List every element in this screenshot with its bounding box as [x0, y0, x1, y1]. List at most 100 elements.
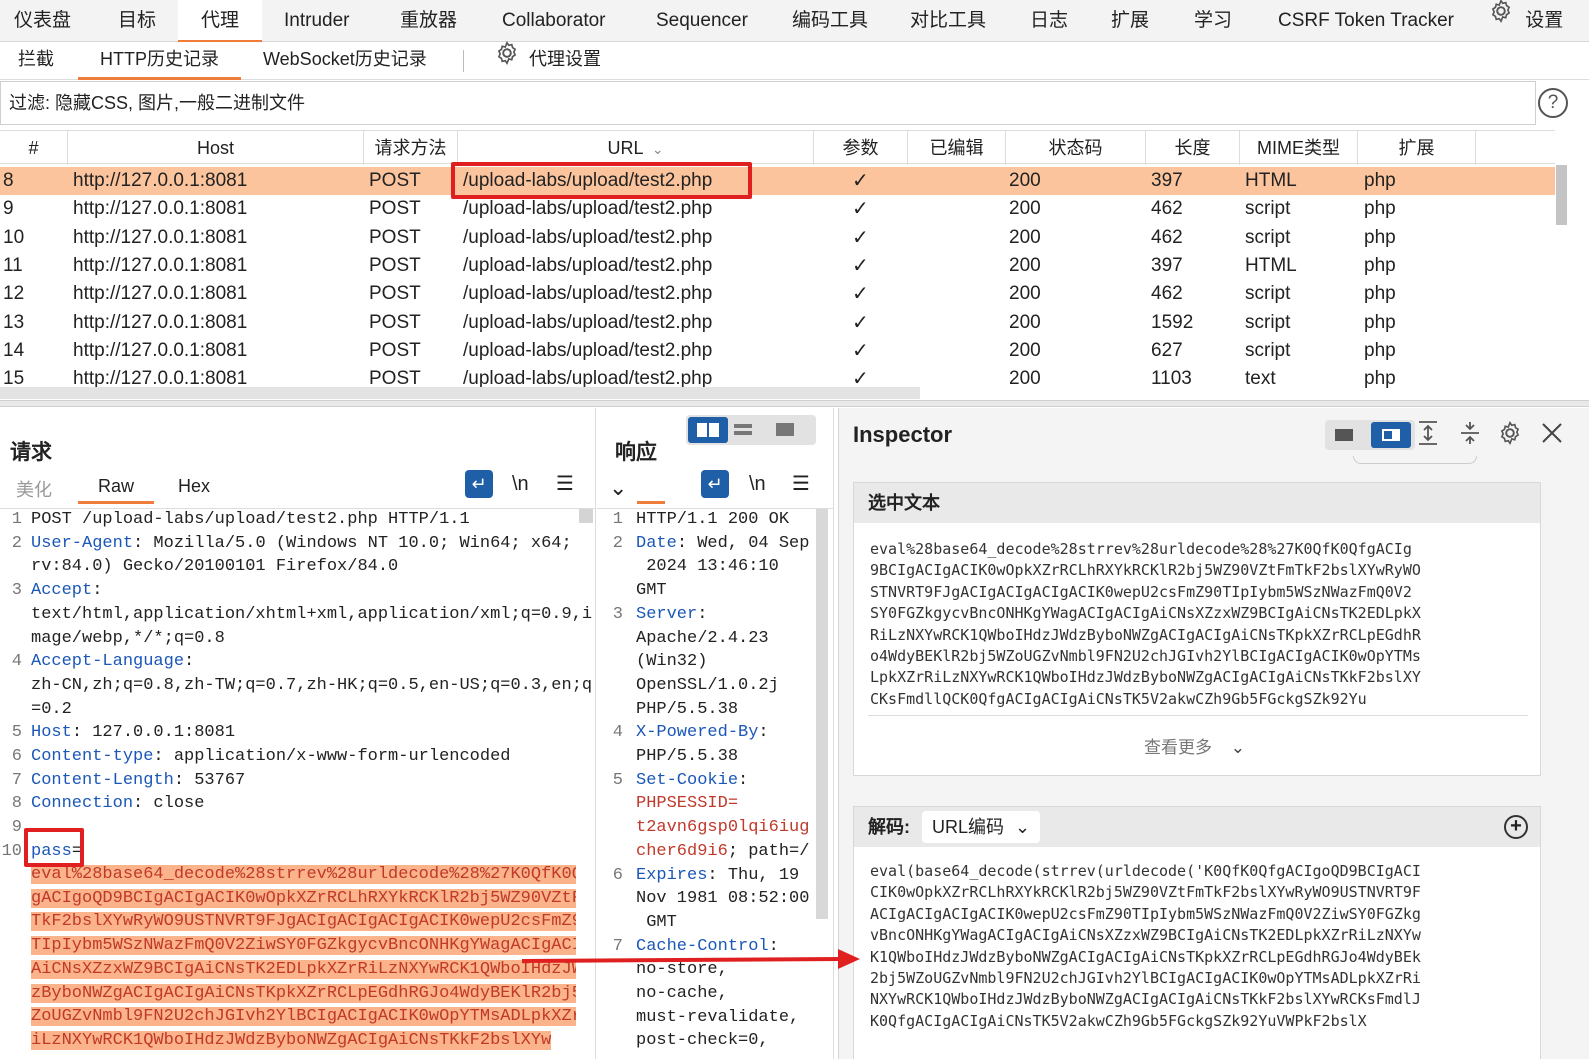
header-name: Connection: [31, 794, 134, 814]
proxy-settings-label: 代理设置: [529, 49, 602, 69]
tab-raw[interactable]: Raw: [78, 476, 154, 504]
table-row[interactable]: 13 http://127.0.0.1:8081 POST/upload-labs/…: [0, 309, 1555, 337]
table-row[interactable]: 11 http://127.0.0.1:8081 POST/upload-labs/…: [0, 252, 1555, 280]
tab-extensions[interactable]: 扩展: [1111, 0, 1149, 42]
cell-mime: script: [1245, 339, 1291, 361]
tab-hex[interactable]: Hex: [178, 476, 210, 497]
body-line: gACIgoQD9BCIgACIgACIK0wOpkXZrRCLhRXYkRCK…: [31, 887, 576, 911]
code-line: must-revalidate,: [636, 1006, 814, 1030]
line-number: [597, 555, 623, 579]
expand-all-icon[interactable]: [1417, 420, 1439, 446]
selected-payload: gACIgoQD9BCIgACIgACIK0wOpkXZrRCLhRXYkRCK…: [31, 888, 576, 908]
tab-csrf-token-tracker[interactable]: CSRF Token Tracker: [1278, 0, 1454, 42]
tab-intruder[interactable]: Intruder: [284, 0, 349, 42]
table-row[interactable]: 14 http://127.0.0.1:8081 POST/upload-labs/…: [0, 337, 1555, 365]
code-line: (Win32): [636, 650, 814, 674]
subtab-websocket-history[interactable]: WebSocket历史记录: [263, 42, 427, 80]
header-name: Content-Length: [31, 770, 174, 790]
collapse-chevron-icon[interactable]: ⌄: [609, 474, 627, 502]
gear-icon[interactable]: [1497, 420, 1523, 446]
subtab-proxy-settings[interactable]: 代理设置: [494, 40, 602, 80]
split-vertical-icon[interactable]: [734, 424, 752, 428]
table-horizontal-scrollbar[interactable]: [0, 387, 920, 399]
cell-length: 462: [1151, 198, 1183, 220]
col-header-host[interactable]: Host: [68, 131, 364, 165]
col-header-status[interactable]: 状态码: [1006, 131, 1146, 165]
newline-toggle-icon[interactable]: \n: [749, 470, 766, 498]
cell-url: /upload-labs/upload/test2.php: [463, 226, 713, 248]
decoded-text-content[interactable]: eval(base64_decode(strrev(urldecode('K0Q…: [870, 861, 1530, 1032]
inspector-dock-right-icon[interactable]: [1371, 422, 1411, 448]
col-header-url[interactable]: URL ⌄: [458, 131, 814, 165]
tab-logger[interactable]: 日志: [1030, 0, 1068, 42]
tab-decoder[interactable]: 编码工具: [792, 0, 868, 42]
col-header-length[interactable]: 长度: [1146, 131, 1240, 165]
tab-pretty[interactable]: 美化: [16, 476, 52, 502]
header-value: mage/webp,*/*;q=0.8: [31, 628, 225, 648]
help-icon[interactable]: ?: [1538, 88, 1568, 118]
col-header-method[interactable]: 请求方法: [364, 131, 458, 165]
table-vertical-scrollbar[interactable]: [1556, 165, 1567, 225]
tab-collaborator[interactable]: Collaborator: [502, 0, 606, 42]
subtab-http-history[interactable]: HTTP历史记录: [78, 42, 241, 80]
show-more-link[interactable]: 查看更多 ⌄: [1144, 733, 1245, 758]
col-header-extension[interactable]: 扩展: [1358, 131, 1476, 165]
menu-icon[interactable]: ☰: [792, 470, 810, 498]
cell-host: http://127.0.0.1:8081: [73, 226, 248, 248]
menu-icon[interactable]: ☰: [556, 470, 574, 498]
table-row[interactable]: 8 http://127.0.0.1:8081 POST/upload-labs/u…: [0, 167, 1555, 195]
tab-learn[interactable]: 学习: [1194, 0, 1232, 42]
col-header-params[interactable]: 参数: [814, 131, 908, 165]
request-raw-text[interactable]: POST /upload-labs/upload/test2.php HTTP/…: [31, 508, 592, 864]
tab-dashboard[interactable]: 仪表盘: [14, 0, 71, 42]
tab-sequencer[interactable]: Sequencer: [656, 0, 748, 42]
split-horizontal-icon[interactable]: [688, 417, 728, 443]
tab-comparer[interactable]: 对比工具: [910, 0, 986, 42]
cell-host: http://127.0.0.1:8081: [73, 283, 248, 305]
layout-toggle-group: [686, 415, 816, 445]
line-number: [597, 887, 623, 911]
filter-bar[interactable]: 过滤: 隐藏CSS, 图片,一般二进制文件: [0, 81, 1536, 125]
close-icon[interactable]: [1541, 422, 1563, 444]
request-body-selection[interactable]: eval%28base64_decode%28strrev%28urldecod…: [31, 863, 576, 1053]
tab-proxy[interactable]: 代理: [178, 0, 262, 43]
section-divider: [868, 715, 1528, 716]
tab-settings[interactable]: 设置: [1488, 0, 1563, 42]
table-row[interactable]: 9 http://127.0.0.1:8081 POST/upload-labs/u…: [0, 195, 1555, 223]
code-line: t2avn6gsp0lqi6iug: [636, 816, 814, 840]
selected-text-content[interactable]: eval%28base64_decode%28strrev%28urldecod…: [870, 539, 1530, 710]
wrap-lines-icon[interactable]: ↵: [465, 470, 493, 498]
newline-toggle-icon[interactable]: \n: [512, 470, 529, 498]
pane-splitter[interactable]: [0, 400, 1589, 407]
cell-mime: text: [1245, 368, 1276, 390]
line-number: 4: [11, 652, 22, 672]
line-number: [597, 1006, 623, 1030]
wrap-lines-icon[interactable]: ↵: [701, 470, 729, 498]
selected-text-section: 选中文本 eval%28base64_decode%28strrev%28url…: [853, 482, 1541, 776]
col-header-mime[interactable]: MIME类型: [1240, 131, 1358, 165]
header-value: : close: [133, 794, 205, 814]
inspector-dock-left-icon[interactable]: [1335, 429, 1353, 441]
decode-type-select[interactable]: URL编码 ⌄: [922, 811, 1041, 843]
col-header-edited[interactable]: 已编辑: [908, 131, 1006, 165]
add-decode-icon[interactable]: +: [1504, 815, 1528, 839]
cell-ext: php: [1364, 283, 1396, 305]
tab-target[interactable]: 目标: [118, 0, 156, 42]
response-scrollbar[interactable]: [816, 509, 828, 919]
cell-url: /upload-labs/upload/test2.php: [463, 254, 713, 276]
cell-url: /upload-labs/upload/test2.php: [463, 339, 713, 361]
table-row[interactable]: 10 http://127.0.0.1:8081 POST/upload-labs/…: [0, 224, 1555, 252]
tab-repeater[interactable]: 重放器: [400, 0, 457, 42]
col-header-id[interactable]: #: [0, 131, 68, 165]
cookie-value: t2avn6gsp0lqi6iug: [636, 818, 810, 838]
cell-id: 13: [3, 311, 25, 333]
tabbed-view-icon[interactable]: [776, 423, 794, 436]
collapse-all-icon[interactable]: [1459, 420, 1481, 446]
cell-ext: php: [1364, 198, 1396, 220]
cell-status: 200: [1009, 283, 1041, 305]
text-line: o4WdyBEKlR2bj5WZoUGZvNmbl9FN2U2chJGIvh2Y…: [870, 647, 1421, 666]
header-value: :: [697, 604, 708, 624]
subtab-intercept[interactable]: 拦截: [18, 42, 54, 80]
response-active-tab-indicator: [637, 501, 665, 504]
table-row[interactable]: 12 http://127.0.0.1:8081 POST/upload-labs/…: [0, 280, 1555, 308]
